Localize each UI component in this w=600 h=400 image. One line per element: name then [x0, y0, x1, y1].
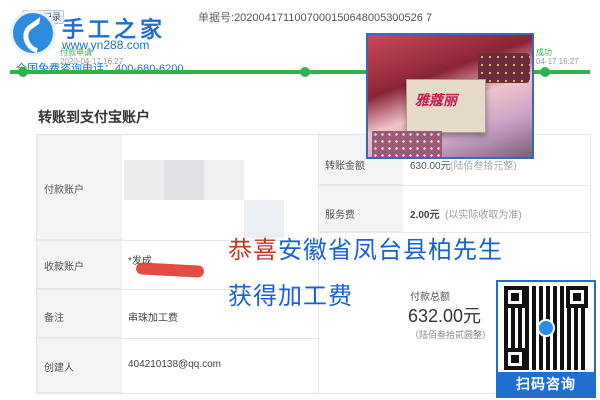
redacted-block	[164, 160, 204, 200]
payer-account-label: 付款账户	[44, 185, 84, 196]
order-number-label: 单据号:	[198, 12, 235, 24]
transfer-amount-value: 630.00元	[410, 161, 451, 172]
redacted-block	[204, 160, 244, 200]
progress-step-dot	[300, 67, 310, 77]
beads-image	[372, 131, 442, 157]
service-fee-value: 2.00元	[410, 210, 440, 221]
overlay-caption-line1: 恭喜安徽省凤台县柏先生	[228, 230, 503, 265]
transfer-amount-note: (陆佰叁拾元整)	[450, 161, 517, 172]
transfer-amount-label: 转账金额	[325, 161, 365, 172]
product-photo: 雅蔻丽	[366, 33, 534, 159]
photo-brand-text: 雅蔻丽	[415, 92, 457, 108]
redacted-block	[124, 160, 164, 200]
service-fee-note: (以实际收取为准)	[445, 210, 522, 221]
divider	[37, 338, 319, 339]
progress-step-dot	[540, 67, 550, 77]
total-in-words: （陆佰叁拾贰圆整）	[410, 330, 492, 340]
creator-label: 创建人	[44, 363, 74, 374]
total-label: 付款总额	[410, 292, 450, 303]
progress-step-time: 2020-04-17 16:27	[60, 57, 124, 66]
overlay-line1: 安徽省凤台县柏先生	[278, 237, 503, 264]
product-box: 雅蔻丽	[406, 79, 486, 133]
creator-value: 404210138@qq.com	[128, 359, 221, 370]
overlay-prefix: 恭喜	[228, 237, 278, 264]
payee-account-label: 收款账户	[44, 262, 84, 273]
qr-code	[504, 286, 588, 370]
total-value: 632.00元	[408, 306, 482, 326]
logo-icon	[10, 10, 56, 56]
qr-code-panel[interactable]: 扫码咨询	[496, 280, 596, 398]
progress-step-time: 04-17 16:27	[536, 57, 579, 66]
qr-label: 扫码咨询	[498, 372, 594, 396]
order-number-value: 2020041711007000150648005300526 7	[234, 12, 433, 24]
qr-logo-icon	[537, 319, 555, 337]
qr-finder-icon	[566, 286, 588, 308]
service-fee-label: 服务费	[325, 210, 355, 221]
progress-step-dot	[18, 67, 28, 77]
qr-finder-icon	[504, 286, 526, 308]
remark-label: 备注	[44, 313, 64, 324]
qr-finder-icon	[504, 348, 526, 370]
overlay-caption-line2: 获得加工费	[228, 283, 353, 310]
remark-value: 串珠加工费	[128, 313, 178, 324]
order-number: 单据号:2020041711007000150648005300526 7	[198, 9, 432, 25]
divider	[319, 185, 590, 186]
section-title: 转账到支付宝账户	[38, 109, 150, 125]
